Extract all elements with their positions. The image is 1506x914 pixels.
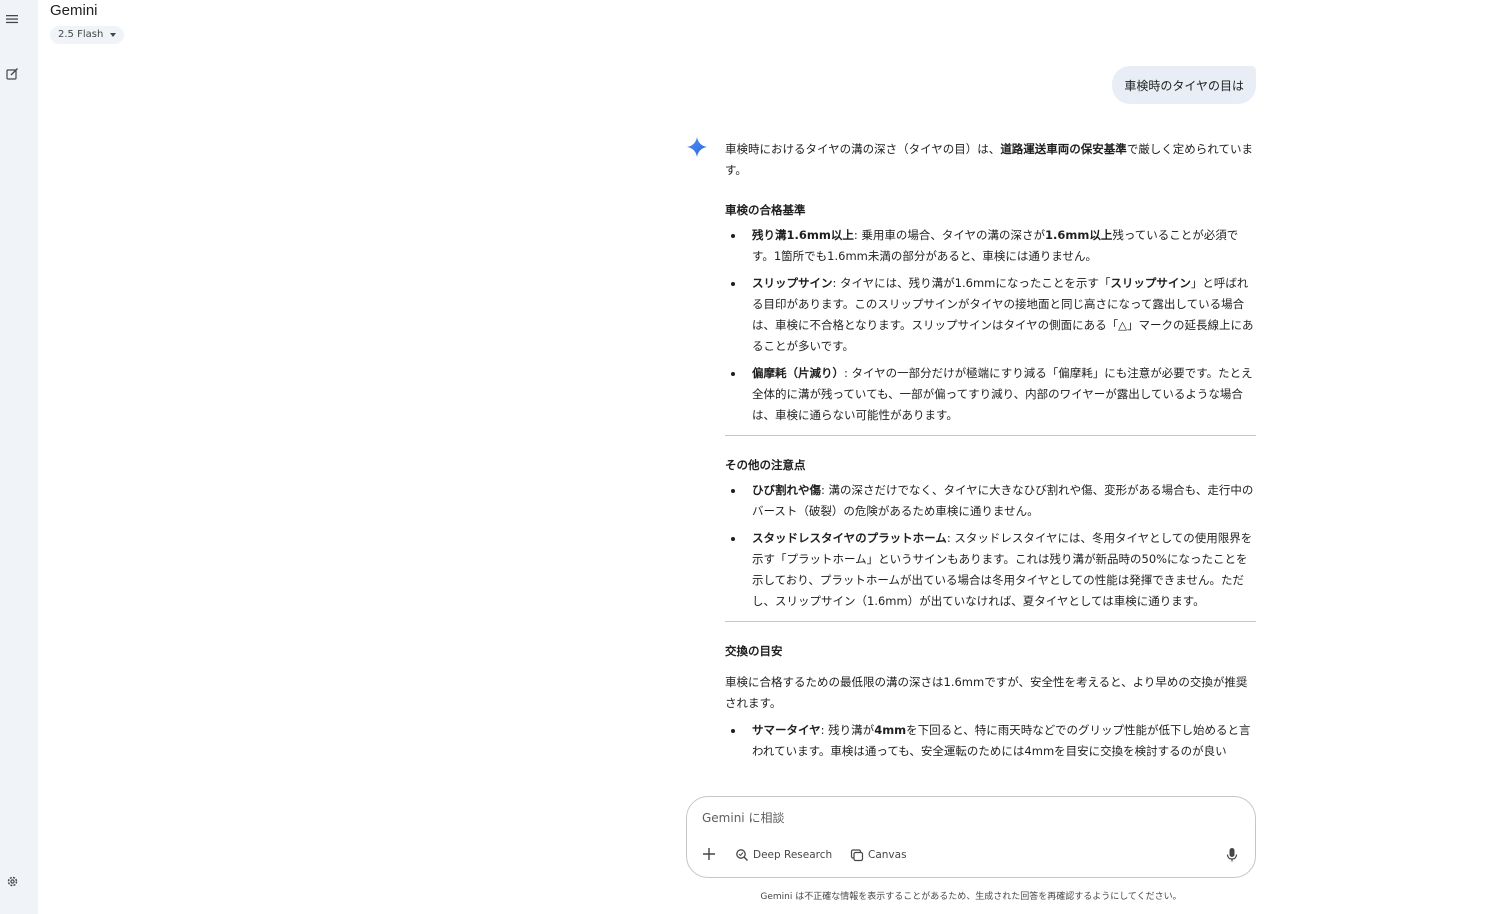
divider xyxy=(725,435,1256,436)
model-label: 2.5 Flash xyxy=(58,29,104,40)
menu-icon[interactable] xyxy=(3,10,21,28)
section-heading: その他の注意点 xyxy=(725,458,806,472)
prompt-composer: Deep Research Canvas xyxy=(686,796,1256,878)
section-list: ひび割れや傷: 溝の深さだけでなく、タイヤに大きなひび割れや傷、変形がある場合も… xyxy=(725,480,1256,612)
side-rail xyxy=(0,0,38,914)
deep-research-icon xyxy=(736,849,748,861)
disclaimer-text: Gemini は不正確な情報を表示することがあるため、生成された回答を再確認する… xyxy=(760,892,1182,902)
list-item: スタッドレスタイヤのプラットホーム: スタッドレスタイヤには、冬用タイヤとしての… xyxy=(725,528,1256,612)
canvas-button[interactable]: Canvas xyxy=(850,847,907,863)
add-icon[interactable] xyxy=(701,846,717,862)
list-item: ひび割れや傷: 溝の深さだけでなく、タイヤに大きなひび割れや傷、変形がある場合も… xyxy=(725,480,1256,522)
edit-icon[interactable] xyxy=(3,64,21,82)
chevron-down-icon xyxy=(110,32,117,37)
prompt-input[interactable] xyxy=(702,811,1202,825)
gemini-spark-icon xyxy=(686,136,708,158)
canvas-label: Canvas xyxy=(868,849,907,861)
deep-research-button[interactable]: Deep Research xyxy=(735,847,832,863)
canvas-icon xyxy=(850,849,864,862)
list-item: スリップサイン: タイヤには、残り溝が1.6mmになったことを示す「スリップサイ… xyxy=(725,273,1256,357)
user-message: 車検時のタイヤの目は xyxy=(1112,66,1256,104)
user-message-text: 車検時のタイヤの目は xyxy=(1124,78,1244,93)
microphone-icon[interactable] xyxy=(1225,847,1239,863)
section-paragraph: 車検に合格するための最低限の溝の深さは1.6mmですが、安全性を考えると、より早… xyxy=(725,675,1248,710)
section-list: サマータイヤ: 残り溝が4mmを下回ると、特に雨天時などでのグリップ性能が低下し… xyxy=(725,720,1256,762)
gear-icon[interactable] xyxy=(3,872,21,890)
section-heading: 交換の目安 xyxy=(725,644,783,658)
model-response: 車検時におけるタイヤの溝の深さ（タイヤの目）は、道路運送車両の保安基準で厳しく定… xyxy=(725,139,1256,787)
deep-research-label: Deep Research xyxy=(753,849,833,861)
app-title: Gemini xyxy=(50,2,98,19)
list-item: サマータイヤ: 残り溝が4mmを下回ると、特に雨天時などでのグリップ性能が低下し… xyxy=(725,720,1256,762)
model-selector[interactable]: 2.5 Flash xyxy=(50,25,125,44)
divider xyxy=(725,621,1256,622)
response-intro: 車検時におけるタイヤの溝の深さ（タイヤの目）は、道路運送車両の保安基準で厳しく定… xyxy=(725,142,1253,177)
section-heading: 車検の合格基準 xyxy=(725,203,806,217)
list-item: 偏摩耗（片減り）: タイヤの一部分だけが極端にすり減る「偏摩耗」にも注意が必要で… xyxy=(725,363,1256,426)
list-item: 残り溝1.6mm以上: 乗用車の場合、タイヤの溝の深さが1.6mm以上残っている… xyxy=(725,225,1256,267)
section-list: 残り溝1.6mm以上: 乗用車の場合、タイヤの溝の深さが1.6mm以上残っている… xyxy=(725,225,1256,426)
top-bar: Gemini 2.5 Flash xyxy=(50,0,125,44)
